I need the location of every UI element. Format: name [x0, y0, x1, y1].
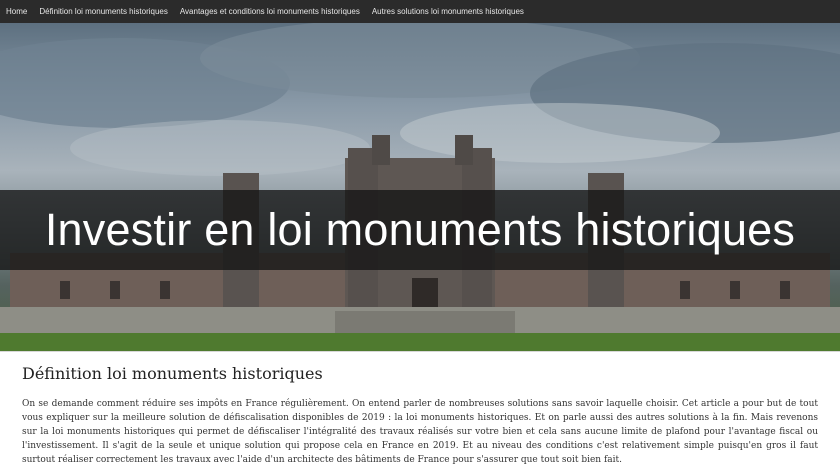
- castle-window: [160, 281, 170, 299]
- nav-link-avantages-conditions[interactable]: Avantages et conditions loi monuments hi…: [174, 0, 366, 23]
- castle-door: [412, 278, 438, 310]
- castle-window: [730, 281, 740, 299]
- top-navigation: Home Définition loi monuments historique…: [0, 0, 840, 23]
- lawn: [0, 333, 840, 351]
- article-heading: Définition loi monuments historiques: [22, 364, 323, 383]
- nav-link-autres-solutions[interactable]: Autres solutions loi monuments historiqu…: [366, 0, 530, 23]
- hero-title-band: Investir en loi monuments historiques: [0, 190, 840, 270]
- article-body: On se demande comment réduire ses impôts…: [22, 399, 818, 465]
- nav-link-home[interactable]: Home: [0, 0, 33, 23]
- hero-banner: Investir en loi monuments historiques: [0, 23, 840, 351]
- stone-steps: [335, 311, 515, 333]
- castle-tower: [372, 135, 390, 165]
- castle-window: [60, 281, 70, 299]
- castle-window: [780, 281, 790, 299]
- cloud: [70, 120, 370, 176]
- cloud: [400, 103, 720, 163]
- castle-photo: [0, 23, 840, 351]
- castle-tower: [455, 135, 473, 165]
- article-section: Définition loi monuments historiques On …: [0, 351, 840, 465]
- castle-window: [110, 281, 120, 299]
- hero-title: Investir en loi monuments historiques: [44, 204, 796, 255]
- castle-window: [680, 281, 690, 299]
- nav-link-definition[interactable]: Définition loi monuments historiques: [33, 0, 174, 23]
